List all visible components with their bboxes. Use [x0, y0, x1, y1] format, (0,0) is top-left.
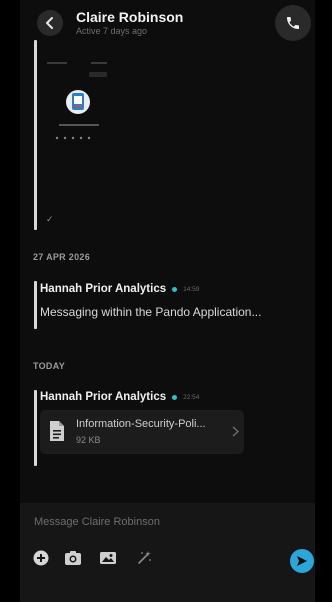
message-text[interactable]: Messaging within the Pando Application..… — [40, 305, 261, 319]
camera-icon[interactable] — [64, 550, 82, 566]
contact-status: Active 7 days ago — [76, 26, 148, 36]
plus-icon[interactable] — [33, 550, 49, 566]
phone-icon — [287, 17, 299, 29]
message-time: 22:54 — [183, 393, 200, 401]
message-quote-bar — [34, 40, 37, 230]
message-input[interactable] — [34, 514, 264, 530]
sent-checkmark-icon: ✓ — [46, 214, 54, 224]
message-quote-bar — [34, 281, 37, 329]
message-time: 14:59 — [183, 285, 200, 293]
chat-screen: Claire Robinson Active 7 days ago ✓ 27 A… — [0, 0, 332, 602]
date-separator: TODAY — [33, 361, 66, 371]
file-attachment[interactable]: Information-Security-Poli... 92 KB — [40, 410, 244, 454]
message-header: Hannah Prior Analytics 22:54 — [40, 391, 199, 403]
image-icon[interactable] — [99, 550, 117, 566]
date-separator: 27 APR 2026 — [33, 252, 91, 262]
online-dot — [172, 286, 178, 292]
file-name: Information-Security-Poli... — [76, 418, 206, 430]
online-dot — [172, 394, 178, 400]
send-icon — [297, 556, 307, 566]
image-preview-thumbnail[interactable] — [45, 58, 135, 158]
chevron-right-icon — [232, 426, 239, 437]
message-header: Hannah Prior Analytics 14:59 — [40, 283, 199, 295]
file-size: 92 KB — [76, 435, 101, 445]
document-icon — [50, 421, 64, 441]
sender-name[interactable]: Hannah Prior Analytics — [40, 391, 166, 403]
sender-name[interactable]: Hannah Prior Analytics — [40, 283, 166, 295]
contact-name[interactable]: Claire Robinson — [76, 9, 183, 25]
sparkle-icon[interactable] — [136, 550, 152, 566]
call-button[interactable] — [275, 5, 311, 41]
send-button[interactable] — [290, 549, 314, 573]
chevron-left-icon — [46, 17, 53, 29]
message-quote-bar — [34, 390, 37, 466]
back-button[interactable] — [37, 10, 63, 36]
